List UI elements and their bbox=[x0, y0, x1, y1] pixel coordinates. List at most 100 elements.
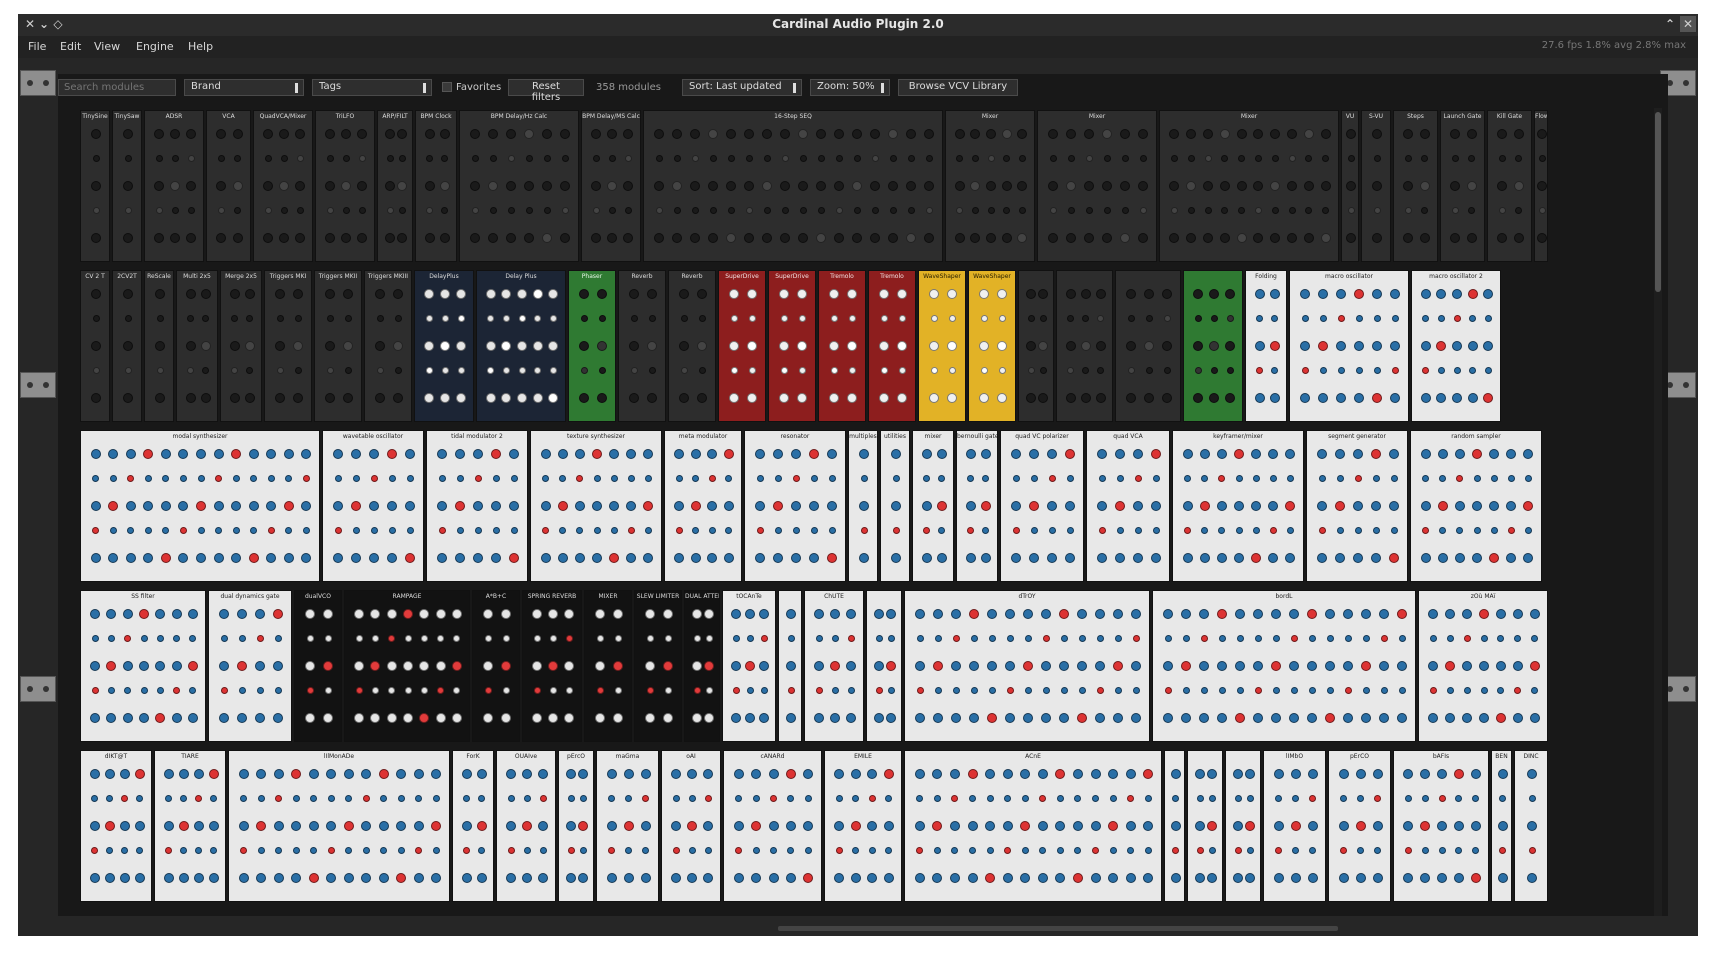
module-tile[interactable]: Delay Plus bbox=[476, 270, 566, 422]
module-tile[interactable]: SPRING REVERB bbox=[522, 590, 582, 742]
module-tile[interactable]: A*B+C bbox=[472, 590, 520, 742]
horizontal-scrollbar[interactable] bbox=[778, 926, 1338, 931]
module-tile[interactable]: lIMbO bbox=[1263, 750, 1326, 902]
module-tile[interactable] bbox=[1225, 750, 1261, 902]
module-tile[interactable] bbox=[778, 590, 802, 742]
module-tile[interactable]: dualVCO bbox=[294, 590, 342, 742]
module-tile[interactable]: cANARd bbox=[723, 750, 822, 902]
module-tile[interactable]: macro oscillator bbox=[1289, 270, 1409, 422]
menu-file[interactable]: File bbox=[28, 40, 46, 53]
module-tile[interactable]: TIARE bbox=[154, 750, 226, 902]
module-tile[interactable]: ChUTE bbox=[804, 590, 864, 742]
module-tile[interactable]: 2CV2T bbox=[112, 270, 142, 422]
module-tile[interactable]: segment generator bbox=[1306, 430, 1408, 582]
sort-select[interactable]: Sort: Last updated bbox=[682, 79, 802, 96]
module-tile[interactable]: quad VCA bbox=[1086, 430, 1170, 582]
menu-edit[interactable]: Edit bbox=[60, 40, 81, 53]
module-tile[interactable]: bordL bbox=[1152, 590, 1416, 742]
module-tile[interactable]: ARP/FILT bbox=[377, 110, 413, 262]
module-tile[interactable]: 16-Step SEQ bbox=[643, 110, 943, 262]
module-tile[interactable]: RAMPAGE bbox=[344, 590, 470, 742]
module-tile[interactable]: zOù MAï bbox=[1418, 590, 1548, 742]
module-tile[interactable]: MIXER bbox=[584, 590, 632, 742]
module-tile[interactable] bbox=[1056, 270, 1113, 422]
module-tile[interactable]: TinySaw bbox=[112, 110, 142, 262]
module-tile[interactable]: utilities bbox=[880, 430, 910, 582]
module-tile[interactable]: Folding bbox=[1245, 270, 1287, 422]
module-tile[interactable]: DUAL ATTENUVERTER bbox=[684, 590, 720, 742]
favorites-checkbox[interactable] bbox=[442, 82, 452, 92]
module-tile[interactable]: Tremolo bbox=[818, 270, 866, 422]
module-tile[interactable]: WaveShaper bbox=[918, 270, 966, 422]
module-tile[interactable]: SuperDrive bbox=[718, 270, 766, 422]
module-tile[interactable]: maGma bbox=[596, 750, 659, 902]
module-tile[interactable]: Mixer bbox=[1037, 110, 1157, 262]
tags-select[interactable]: Tags bbox=[312, 79, 432, 96]
module-tile[interactable]: BPM Delay/Hz Calc bbox=[459, 110, 579, 262]
module-tile[interactable]: Mixer bbox=[1159, 110, 1339, 262]
module-tile[interactable]: Flow bbox=[1534, 110, 1548, 262]
module-tile[interactable] bbox=[1115, 270, 1181, 422]
maximize-icon[interactable]: ⌃ bbox=[1662, 16, 1678, 32]
module-tile[interactable]: TriLFO bbox=[315, 110, 375, 262]
scrollbar-thumb[interactable] bbox=[1655, 112, 1661, 292]
module-tile[interactable] bbox=[866, 590, 902, 742]
module-tile[interactable]: VU bbox=[1341, 110, 1359, 262]
module-tile[interactable]: SLEW LIMITER bbox=[634, 590, 682, 742]
module-tile[interactable]: Triggers MKI bbox=[264, 270, 312, 422]
module-tile[interactable]: BPM Delay/MS Calc bbox=[581, 110, 641, 262]
module-tile[interactable]: dual dynamics gate bbox=[208, 590, 292, 742]
vertical-scrollbar[interactable] bbox=[1654, 108, 1662, 916]
module-tile[interactable] bbox=[1018, 270, 1054, 422]
menu-help[interactable]: Help bbox=[188, 40, 213, 53]
module-tile[interactable]: Reverb bbox=[668, 270, 716, 422]
module-tile[interactable]: Mixer bbox=[945, 110, 1035, 262]
menu-view[interactable]: View bbox=[94, 40, 120, 53]
module-tile[interactable]: S-VU bbox=[1361, 110, 1391, 262]
zoom-select[interactable]: Zoom: 50% bbox=[810, 79, 890, 96]
module-tile[interactable] bbox=[1183, 270, 1243, 422]
module-tile[interactable]: macro oscillator 2 bbox=[1411, 270, 1501, 422]
module-tile[interactable]: pErCO bbox=[1328, 750, 1391, 902]
module-tile[interactable]: Kill Gate bbox=[1487, 110, 1532, 262]
module-tile[interactable]: ADSR bbox=[144, 110, 204, 262]
module-tile[interactable]: oAI bbox=[661, 750, 721, 902]
module-tile[interactable] bbox=[1187, 750, 1223, 902]
brand-select[interactable]: Brand bbox=[184, 79, 304, 96]
module-tile[interactable]: random sampler bbox=[1410, 430, 1542, 582]
module-tile[interactable]: dIKT@T bbox=[80, 750, 152, 902]
module-tile[interactable]: wavetable oscillator bbox=[322, 430, 424, 582]
module-tile[interactable]: Phaser bbox=[568, 270, 616, 422]
module-tile[interactable]: quad VC polarizer bbox=[1000, 430, 1084, 582]
module-tile[interactable]: resonator bbox=[744, 430, 846, 582]
module-tile[interactable]: CV 2 T bbox=[80, 270, 110, 422]
module-tile[interactable]: EMILE bbox=[824, 750, 902, 902]
module-tile[interactable]: bernoulli gate bbox=[956, 430, 998, 582]
module-tile[interactable]: bAFIs bbox=[1393, 750, 1489, 902]
module-tile[interactable]: Tremolo bbox=[868, 270, 916, 422]
module-tile[interactable]: SS filter bbox=[80, 590, 206, 742]
module-tile[interactable]: OUAIve bbox=[496, 750, 556, 902]
module-tile[interactable]: Reverb bbox=[618, 270, 666, 422]
module-tile[interactable]: Triggers MKIII bbox=[364, 270, 412, 422]
module-tile[interactable]: Steps bbox=[1393, 110, 1438, 262]
module-tile[interactable]: modal synthesizer bbox=[80, 430, 320, 582]
module-tile[interactable]: DINC bbox=[1514, 750, 1548, 902]
module-tile[interactable]: DelayPlus bbox=[414, 270, 474, 422]
module-tile[interactable]: tidal modulator 2 bbox=[426, 430, 528, 582]
module-tile[interactable]: Multi 2x5 bbox=[176, 270, 218, 422]
module-tile[interactable] bbox=[1164, 750, 1185, 902]
module-tile[interactable]: ForK bbox=[452, 750, 494, 902]
reset-filters-button[interactable]: Reset filters bbox=[508, 79, 584, 103]
module-tile[interactable]: tOCAnTe bbox=[722, 590, 776, 742]
module-tile[interactable]: lIlMonADe bbox=[228, 750, 450, 902]
module-tile[interactable]: ACnE bbox=[904, 750, 1162, 902]
menu-engine[interactable]: Engine bbox=[136, 40, 174, 53]
module-tile[interactable]: dTrOY bbox=[904, 590, 1150, 742]
search-input[interactable] bbox=[58, 79, 176, 96]
module-tile[interactable]: BEN bbox=[1491, 750, 1512, 902]
module-tile[interactable]: meta modulator bbox=[664, 430, 742, 582]
module-tile[interactable]: keyframer/mixer bbox=[1172, 430, 1304, 582]
module-tile[interactable]: ReScale bbox=[144, 270, 174, 422]
module-tile[interactable]: multiples bbox=[848, 430, 878, 582]
